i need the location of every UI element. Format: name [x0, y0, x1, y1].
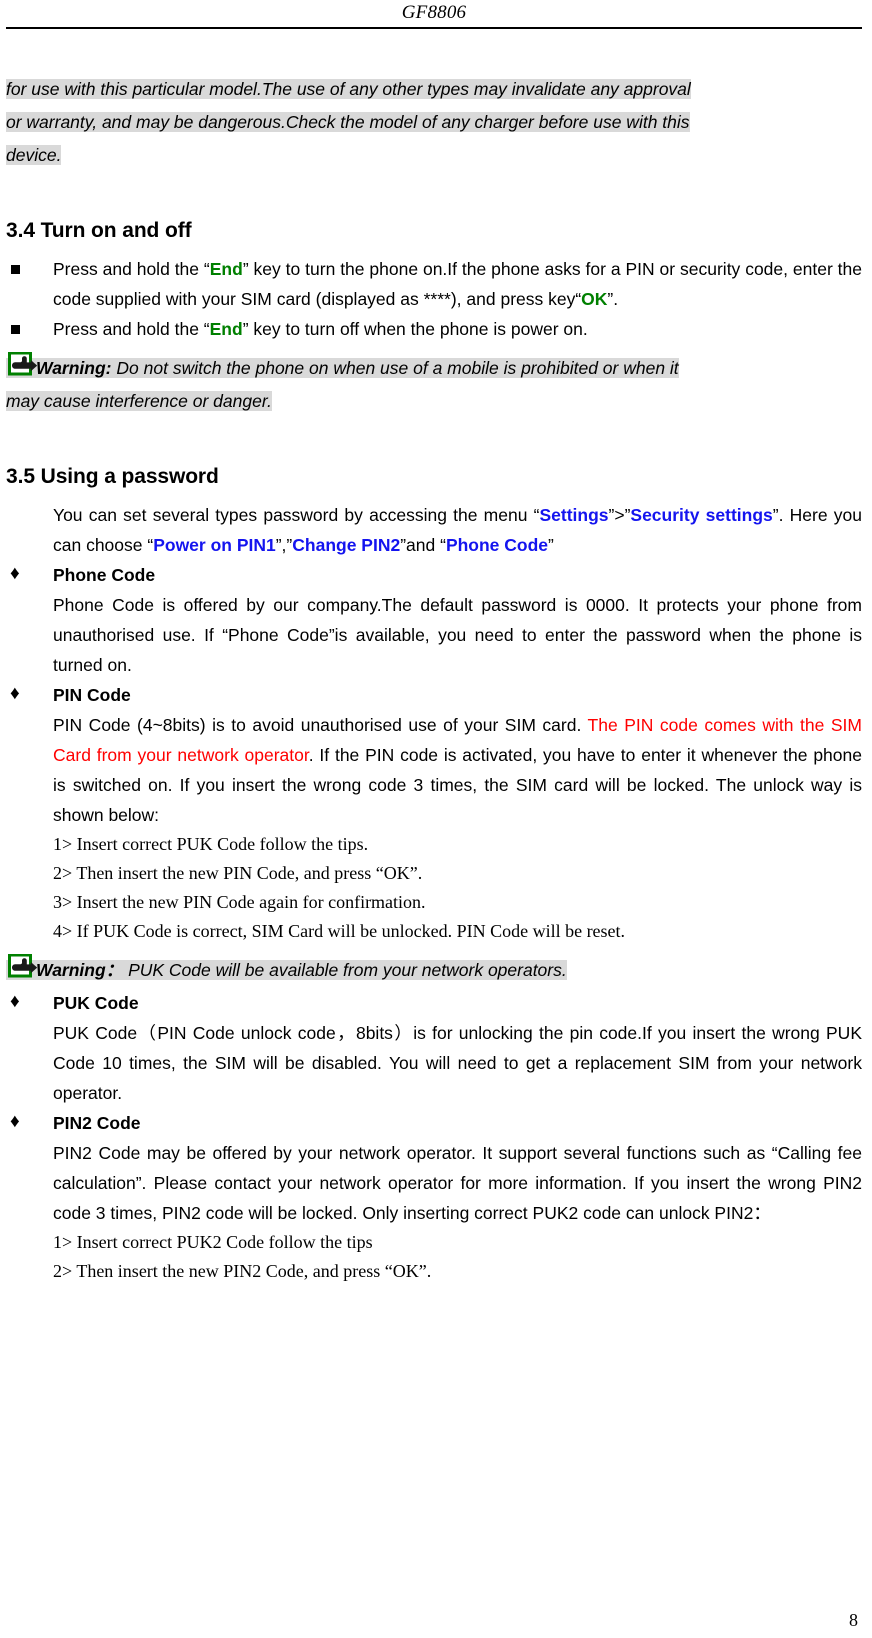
running-header: GF8806	[401, 2, 467, 23]
menu-change-pin2: Change PIN2	[292, 535, 401, 555]
subheading-puk-code: ♦ PUK Code	[6, 988, 862, 1018]
intro-t6: ”	[548, 535, 554, 555]
menu-phone-code: Phone Code	[445, 535, 549, 555]
bullet-2-pre: Press and hold the “	[53, 319, 210, 339]
step-item: 2> Then insert the new PIN Code, and pre…	[53, 863, 423, 883]
document-page: GF8806 for use with this particular mode…	[0, 0, 872, 1638]
subheading-pin2-code: ♦ PIN2 Code	[6, 1108, 862, 1138]
warning-1-text-line-2: may cause interference or danger.	[6, 391, 272, 411]
intro-t1: You can set several types password by ac…	[53, 505, 540, 525]
key-end-1: End	[209, 259, 243, 279]
diamond-bullet-icon: ♦	[10, 563, 20, 584]
intro-line-3: device.	[6, 145, 62, 165]
intro-line-1: for use with this particular model.The u…	[6, 79, 691, 99]
list-item: Press and hold the “End” key to turn off…	[6, 314, 862, 344]
list-item: Press and hold the “End” key to turn the…	[6, 254, 862, 314]
bullet-2-post: ” key to turn off when the phone is powe…	[242, 319, 588, 339]
intro-t5: ”and “	[400, 535, 446, 555]
heading-section-3-4: 3.4 Turn on and off	[6, 219, 192, 242]
step-item: 3> Insert the new PIN Code again for con…	[53, 892, 426, 912]
warning-1-second-line: may cause interference or danger.	[6, 385, 862, 418]
pin-code-body-pre: PIN Code (4~8bits) is to avoid unauthori…	[53, 715, 588, 735]
pin2-code-body: PIN2 Code may be offered by your network…	[53, 1143, 862, 1223]
step-item: 1> Insert correct PUK2 Code follow the t…	[53, 1232, 373, 1252]
heading-section-3-5: 3.5 Using a password	[6, 465, 219, 488]
step-item: 4> If PUK Code is correct, SIM Card will…	[53, 921, 626, 941]
subheading-pin2-code-label: PIN2 Code	[53, 1113, 141, 1133]
subheading-phone-code-label: Phone Code	[53, 565, 156, 585]
subheading-pin-code: ♦ PIN Code	[6, 680, 862, 710]
subheading-pin-code-label: PIN Code	[53, 685, 131, 705]
square-bullet-icon	[11, 325, 20, 334]
diamond-bullet-icon: ♦	[10, 991, 20, 1012]
warning-1-label: Warning:	[36, 358, 112, 378]
menu-power-on-pin1: Power on PIN1	[153, 535, 276, 555]
bullet-1-post: ”.	[607, 289, 619, 309]
intro-highlighted-paragraph: for use with this particular model.The u…	[6, 73, 862, 172]
key-ok: OK	[581, 289, 608, 309]
step-item: 1> Insert correct PUK Code follow the ti…	[53, 834, 369, 854]
subheading-phone-code: ♦ Phone Code	[6, 560, 862, 590]
diamond-bullet-icon: ♦	[10, 683, 20, 704]
bullet-1-pre: Press and hold the “	[53, 259, 210, 279]
warning-2-label: Warning：	[36, 960, 124, 980]
intro-line-2: or warranty, and may be dangerous.Check …	[6, 112, 690, 132]
intro-t2: ”>”	[608, 505, 631, 525]
warning-1-first-line: Warning: Do not switch the phone on when…	[6, 352, 862, 385]
page-number: 8	[849, 1610, 858, 1630]
warning-1-text-line-1: Do not switch the phone on when use of a…	[116, 358, 679, 378]
warning-block-2: Warning： PUK Code will be available from…	[6, 954, 862, 988]
intro-t4: ”,”	[275, 535, 293, 555]
diamond-bullet-icon: ♦	[10, 1111, 20, 1132]
warning-2-text: PUK Code will be available from your net…	[128, 960, 567, 980]
puk-code-body: PUK Code（PIN Code unlock code，8bits）is f…	[53, 1023, 862, 1103]
pointing-hand-warning-icon	[8, 352, 38, 376]
menu-security-settings: Security settings	[630, 505, 773, 525]
subheading-puk-code-label: PUK Code	[53, 993, 139, 1013]
warning-2-line: Warning： PUK Code will be available from…	[6, 954, 862, 987]
password-intro-paragraph: You can set several types password by ac…	[6, 500, 862, 560]
pointing-hand-warning-icon	[8, 954, 38, 978]
warning-block-1: Warning: Do not switch the phone on when…	[6, 352, 862, 418]
pin-code-body: PIN Code (4~8bits) is to avoid unauthori…	[6, 710, 862, 830]
square-bullet-icon	[11, 265, 20, 274]
phone-code-body: Phone Code is offered by our company.The…	[53, 595, 862, 675]
step-item: 2> Then insert the new PIN2 Code, and pr…	[53, 1261, 432, 1281]
menu-settings: Settings	[539, 505, 609, 525]
key-end-2: End	[209, 319, 243, 339]
